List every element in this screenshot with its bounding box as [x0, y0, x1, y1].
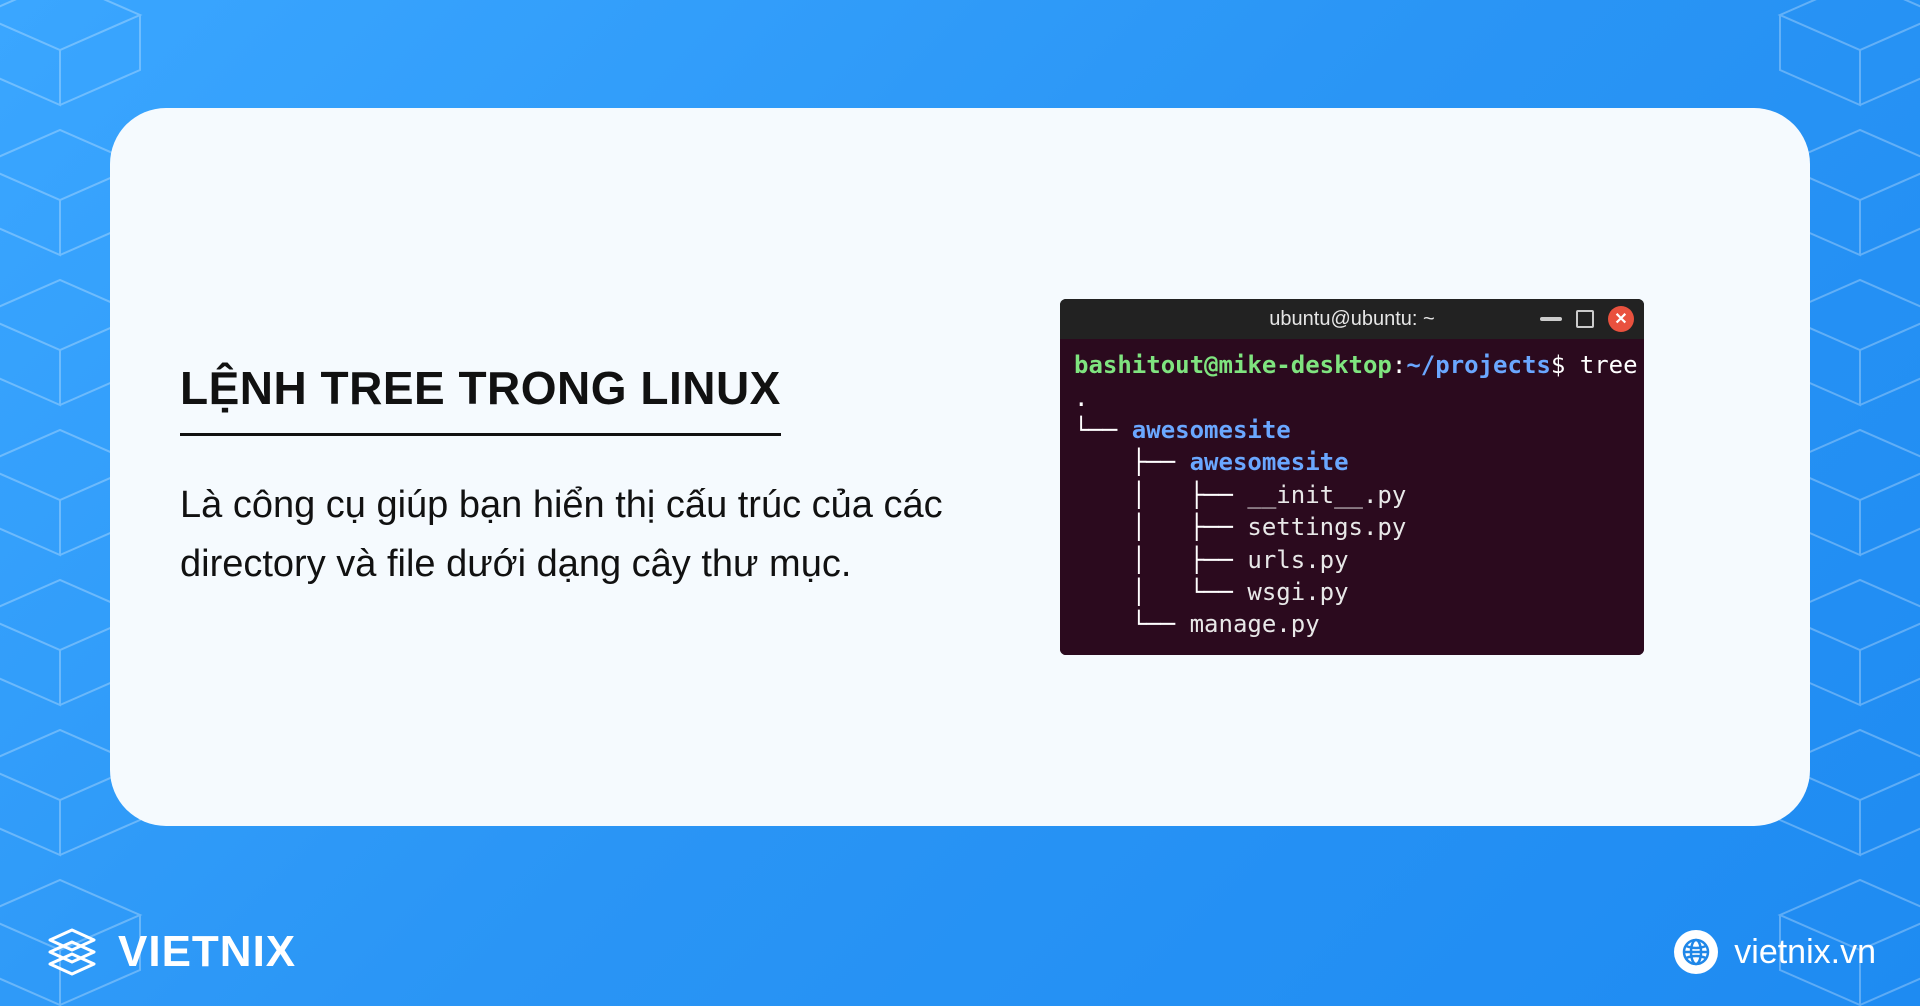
globe-icon	[1674, 930, 1718, 974]
minimize-icon	[1540, 317, 1562, 321]
brand-text: VIETNIX	[118, 927, 296, 977]
footer-bar: VIETNIX vietnix.vn	[0, 908, 1920, 1006]
site-link: vietnix.vn	[1674, 930, 1876, 974]
terminal-window-controls: ✕	[1540, 306, 1634, 332]
card-title: LỆNH TREE TRONG LINUX	[180, 361, 781, 436]
terminal-window: ubuntu@ubuntu: ~ ✕ bashitout@mike-deskto…	[1060, 299, 1644, 655]
close-icon: ✕	[1608, 306, 1634, 332]
brand-stack-icon	[44, 924, 100, 980]
site-text: vietnix.vn	[1734, 933, 1876, 972]
card-description: Là công cụ giúp bạn hiển thị cấu trúc củ…	[180, 476, 1000, 594]
page-background: LỆNH TREE TRONG LINUX Là công cụ giúp bạ…	[0, 0, 1920, 1006]
text-block: LỆNH TREE TRONG LINUX Là công cụ giúp bạ…	[180, 361, 1000, 594]
content-card: LỆNH TREE TRONG LINUX Là công cụ giúp bạ…	[110, 108, 1810, 826]
brand: VIETNIX	[44, 924, 296, 980]
terminal-screenshot: ubuntu@ubuntu: ~ ✕ bashitout@mike-deskto…	[1060, 299, 1644, 655]
terminal-body: bashitout@mike-desktop:~/projects$ tree …	[1060, 339, 1644, 655]
maximize-icon	[1576, 310, 1594, 328]
terminal-titlebar: ubuntu@ubuntu: ~ ✕	[1060, 299, 1644, 339]
